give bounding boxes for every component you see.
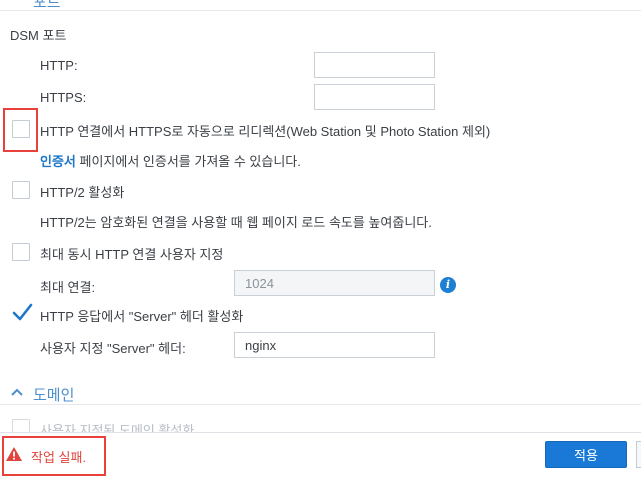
https-port-input[interactable] [314,84,435,110]
max-connections-input[interactable] [234,270,435,296]
reset-button[interactable] [636,441,641,468]
certificate-note: 인증서 페이지에서 인증서를 가져올 수 있습니다. [40,151,301,170]
server-header-checkbox[interactable] [12,303,33,323]
section-divider [0,10,641,11]
certificate-link[interactable]: 인증서 [40,154,76,169]
max-connections-field-label: 최대 연결: [40,280,96,295]
dsm-port-section-label: DSM 포트 [10,28,67,43]
http2-checkbox[interactable] [12,181,30,199]
annotation-highlight-box [3,108,38,152]
annotation-highlight-box-footer [2,436,106,476]
domain-section-divider [0,404,641,405]
http2-label: HTTP/2 활성화 [40,185,125,200]
http2-description: HTTP/2는 암호화된 연결을 사용할 때 웹 페이지 로드 속도를 높여줍니… [40,215,432,230]
max-connections-checkbox-label: 최대 동시 HTTP 연결 사용자 지정 [40,247,224,262]
domain-section-title[interactable]: 도메인 [33,384,74,405]
apply-button[interactable]: 적용 [545,441,627,468]
http-port-input[interactable] [314,52,435,78]
max-connections-checkbox[interactable] [12,243,30,261]
info-icon[interactable]: i [440,277,456,293]
server-header-field-label: 사용자 지정 "Server" 헤더: [40,341,186,356]
checkmark-icon [12,303,33,321]
server-header-checkbox-label: HTTP 응답에서 "Server" 헤더 활성화 [40,309,244,324]
server-header-input[interactable] [234,332,435,358]
certificate-note-text: 페이지에서 인증서를 가져올 수 있습니다. [75,154,301,169]
chevron-up-icon[interactable] [10,387,24,397]
http-port-label: HTTP: [40,58,78,73]
redirect-https-label: HTTP 연결에서 HTTPS로 자동으로 리디렉션(Web Station 및… [40,124,491,139]
https-port-label: HTTPS: [40,90,87,105]
